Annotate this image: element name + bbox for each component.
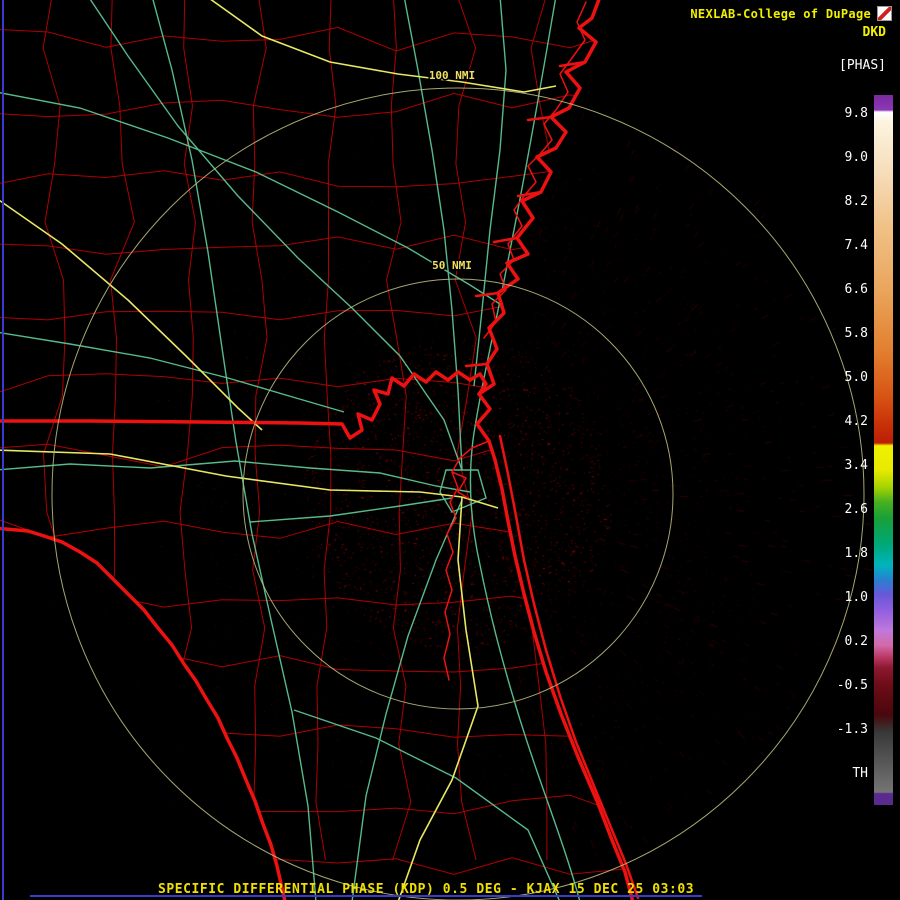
colorbar-tick: 5.0 bbox=[844, 370, 868, 385]
overlay-line-vertical bbox=[2, 0, 4, 900]
colorbar-tick: 9.0 bbox=[844, 150, 868, 165]
colorbar-tick: 6.6 bbox=[844, 282, 868, 297]
product-title: SPECIFIC DIFFERENTIAL PHASE (KDP) 0.5 DE… bbox=[158, 882, 695, 897]
colorbar-tick: TH bbox=[852, 766, 868, 781]
product-code: DKD bbox=[862, 25, 886, 40]
range-ring-label-100: 100 NMI bbox=[429, 69, 475, 82]
radar-map: 100 NMI 50 NMI bbox=[0, 0, 865, 900]
colorbar-tick: -0.5 bbox=[836, 678, 868, 693]
estuary-5 bbox=[474, 291, 500, 298]
range-rings: 100 NMI 50 NMI bbox=[51, 68, 865, 900]
gulf-coastline bbox=[0, 526, 287, 900]
marsh-channel-line bbox=[483, 1, 587, 339]
brand-text: NEXLAB-College of DuPage bbox=[690, 6, 871, 21]
colorbar-tick: 2.6 bbox=[844, 502, 868, 517]
units-label: [PHAS] bbox=[839, 58, 886, 73]
range-ring-label-50: 50 NMI bbox=[432, 259, 472, 272]
colorbar-tick: 3.4 bbox=[844, 458, 868, 473]
colorbar-tick: 1.8 bbox=[844, 546, 868, 561]
colorbar-tick: 0.2 bbox=[844, 634, 868, 649]
estuary-4 bbox=[492, 236, 519, 244]
colorbar-tick: 8.2 bbox=[844, 194, 868, 209]
colorbar-tick: 1.0 bbox=[844, 590, 868, 605]
colorbar-gradient bbox=[874, 95, 893, 805]
county-boundaries bbox=[0, 0, 629, 879]
colorbar-tick: -1.3 bbox=[836, 722, 868, 737]
range-ring-100nmi bbox=[51, 87, 865, 900]
st-johns-river bbox=[443, 440, 490, 681]
colorbar-ticks: 9.8 9.0 8.2 7.4 6.6 5.8 5.0 4.2 3.4 2.6 1.8 1.0 0.2 -… bbox=[828, 95, 868, 805]
state-county-coastlines bbox=[0, 0, 640, 900]
header: NEXLAB-College of DuPage bbox=[690, 6, 892, 21]
colorbar-tick: 9.8 bbox=[844, 106, 868, 121]
colorbar-tick: 5.8 bbox=[844, 326, 868, 341]
radar-display[interactable]: 100 NMI 50 NMI NEXLAB-College of DuPage … bbox=[0, 0, 900, 900]
colorbar-tick: 7.4 bbox=[844, 238, 868, 253]
cod-logo-icon bbox=[877, 6, 892, 21]
colorbar-tick: 4.2 bbox=[844, 414, 868, 429]
estuary-6 bbox=[464, 362, 489, 368]
